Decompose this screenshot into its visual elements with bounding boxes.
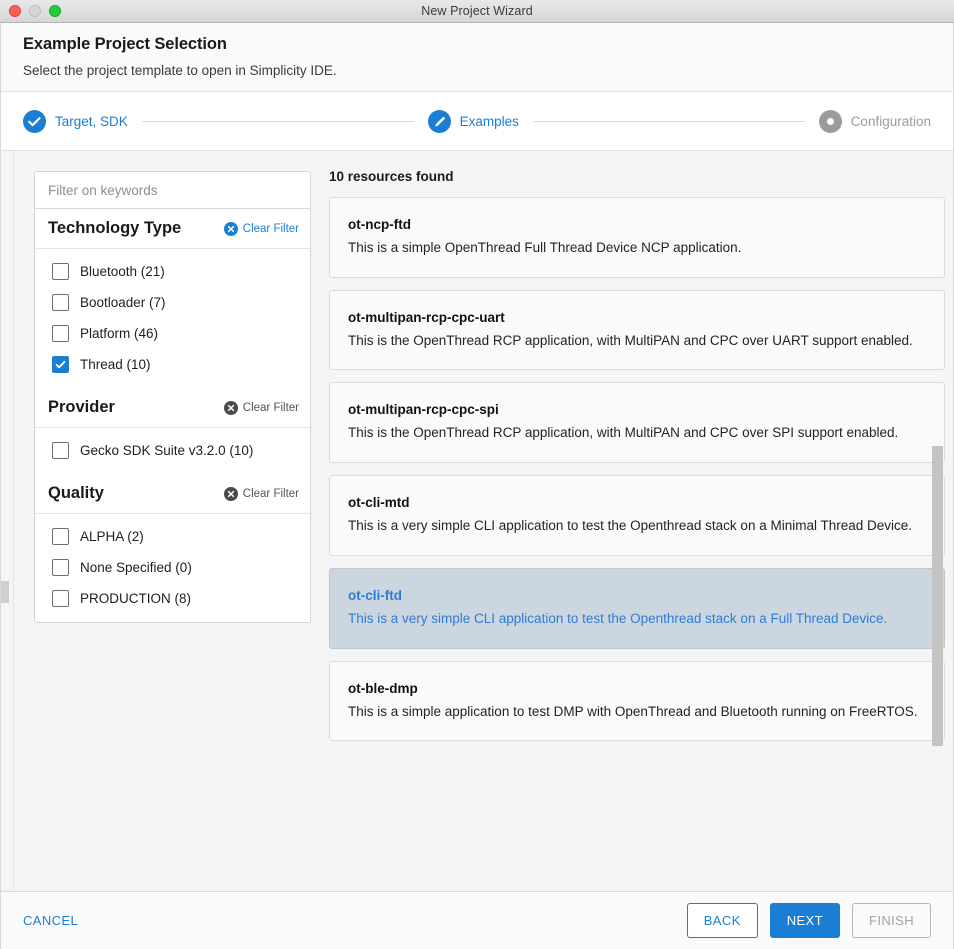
checkbox-icon[interactable]	[52, 528, 69, 545]
step-target-sdk[interactable]: Target, SDK	[23, 110, 128, 133]
clear-filter-icon	[224, 222, 238, 236]
result-card-title: ot-cli-ftd	[348, 588, 926, 603]
new-project-wizard-window: New Project Wizard Example Project Selec…	[0, 0, 954, 949]
page-subtitle: Select the project template to open in S…	[23, 63, 953, 78]
stepper-connector-1	[142, 121, 414, 122]
wizard-header: Example Project Selection Select the pro…	[0, 23, 954, 92]
finish-button: FINISH	[852, 903, 931, 938]
filter-panel: Technology Type Clear Filter Bluetooth (…	[34, 171, 311, 623]
stepper-connector-2	[533, 121, 805, 122]
filter-checkbox-row[interactable]: PRODUCTION (8)	[35, 583, 310, 614]
results-count-label: 10 resources found	[321, 169, 953, 184]
minimize-button-icon[interactable]	[29, 5, 41, 17]
step-examples[interactable]: Examples	[428, 110, 519, 133]
next-button[interactable]: NEXT	[770, 903, 840, 938]
filter-checkbox-row[interactable]: Thread (10)	[35, 349, 310, 380]
filter-checkbox-label: Thread (10)	[80, 357, 151, 372]
filter-checkbox-row[interactable]: Gecko SDK Suite v3.2.0 (10)	[35, 435, 310, 466]
filter-checkbox-row[interactable]: Platform (46)	[35, 318, 310, 349]
wizard-body: Technology Type Clear Filter Bluetooth (…	[0, 151, 954, 891]
result-card-title: ot-ncp-ftd	[348, 217, 926, 232]
filter-checkbox-label: ALPHA (2)	[80, 529, 144, 544]
result-card-title: ot-multipan-rcp-cpc-uart	[348, 310, 926, 325]
left-splitter-rail[interactable]	[1, 151, 14, 891]
filter-group-header-quality: Quality Clear Filter	[35, 474, 310, 514]
filter-checkbox-label: Gecko SDK Suite v3.2.0 (10)	[80, 443, 253, 458]
step-label-examples: Examples	[460, 114, 519, 129]
result-card-description: This is a very simple CLI application to…	[348, 516, 926, 536]
window-traffic-lights	[9, 0, 61, 22]
checkbox-checked-icon[interactable]	[52, 356, 69, 373]
clear-filter-provider[interactable]: Clear Filter	[224, 401, 299, 415]
clear-filter-label: Clear Filter	[243, 223, 299, 235]
results-scrollbar-thumb[interactable]	[932, 446, 943, 746]
clear-filter-icon	[224, 487, 238, 501]
step-label-configuration: Configuration	[851, 114, 931, 129]
wizard-stepper: Target, SDK Examples Configuration	[0, 92, 954, 151]
result-card-title: ot-multipan-rcp-cpc-spi	[348, 402, 926, 417]
filter-checkbox-label: Platform (46)	[80, 326, 158, 341]
dot-icon	[819, 110, 842, 133]
page-title: Example Project Selection	[23, 35, 953, 54]
filter-group-title-technology-type: Technology Type	[48, 219, 181, 238]
result-card-title: ot-ble-dmp	[348, 681, 926, 696]
result-card-description: This is the OpenThread RCP application, …	[348, 331, 926, 351]
search-input[interactable]	[35, 172, 310, 209]
filter-checkbox-row[interactable]: None Specified (0)	[35, 552, 310, 583]
filter-items-technology-type: Bluetooth (21) Bootloader (7) Platform (…	[35, 249, 310, 388]
clear-filter-label: Clear Filter	[243, 488, 299, 500]
close-button-icon[interactable]	[9, 5, 21, 17]
pencil-icon	[428, 110, 451, 133]
filter-checkbox-label: PRODUCTION (8)	[80, 591, 191, 606]
window-title: New Project Wizard	[0, 4, 954, 18]
splitter-grip-icon[interactable]	[1, 581, 9, 603]
result-card-description: This is the OpenThread RCP application, …	[348, 423, 926, 443]
filter-group-header-technology-type: Technology Type Clear Filter	[35, 209, 310, 249]
step-label-target-sdk: Target, SDK	[55, 114, 128, 129]
wizard-footer: CANCEL BACK NEXT FINISH	[0, 891, 954, 949]
filter-checkbox-label: None Specified (0)	[80, 560, 192, 575]
filter-items-quality: ALPHA (2) None Specified (0) PRODUCTION …	[35, 514, 310, 622]
result-card[interactable]: ot-cli-mtd This is a very simple CLI app…	[329, 475, 945, 556]
window-titlebar: New Project Wizard	[0, 0, 954, 23]
check-icon	[23, 110, 46, 133]
clear-filter-icon	[224, 401, 238, 415]
results-list: ot-ncp-ftd This is a simple OpenThread F…	[321, 197, 953, 891]
checkbox-icon[interactable]	[52, 263, 69, 280]
result-card[interactable]: ot-multipan-rcp-cpc-uart This is the Ope…	[329, 290, 945, 371]
filter-checkbox-label: Bootloader (7)	[80, 295, 166, 310]
result-card-description: This is a simple application to test DMP…	[348, 702, 926, 722]
checkbox-icon[interactable]	[52, 559, 69, 576]
result-card-description: This is a very simple CLI application to…	[348, 609, 926, 629]
checkbox-icon[interactable]	[52, 294, 69, 311]
filter-column: Technology Type Clear Filter Bluetooth (…	[14, 151, 321, 891]
clear-filter-quality[interactable]: Clear Filter	[224, 487, 299, 501]
result-card-title: ot-cli-mtd	[348, 495, 926, 510]
back-button[interactable]: BACK	[687, 903, 758, 938]
clear-filter-label: Clear Filter	[243, 402, 299, 414]
result-card[interactable]: ot-ble-dmp This is a simple application …	[329, 661, 945, 742]
step-configuration[interactable]: Configuration	[819, 110, 931, 133]
filter-checkbox-row[interactable]: ALPHA (2)	[35, 521, 310, 552]
filter-group-title-provider: Provider	[48, 398, 115, 417]
maximize-button-icon[interactable]	[49, 5, 61, 17]
checkbox-icon[interactable]	[52, 590, 69, 607]
filter-group-title-quality: Quality	[48, 484, 104, 503]
result-card[interactable]: ot-multipan-rcp-cpc-spi This is the Open…	[329, 382, 945, 463]
filter-checkbox-label: Bluetooth (21)	[80, 264, 165, 279]
filter-checkbox-row[interactable]: Bootloader (7)	[35, 287, 310, 318]
filter-group-header-provider: Provider Clear Filter	[35, 388, 310, 428]
result-card-selected[interactable]: ot-cli-ftd This is a very simple CLI app…	[329, 568, 945, 649]
result-card[interactable]: ot-ncp-ftd This is a simple OpenThread F…	[329, 197, 945, 278]
result-card-description: This is a simple OpenThread Full Thread …	[348, 238, 926, 258]
cancel-button[interactable]: CANCEL	[23, 913, 78, 928]
results-column: 10 resources found ot-ncp-ftd This is a …	[321, 151, 953, 891]
results-scrollbar[interactable]	[932, 151, 943, 891]
checkbox-icon[interactable]	[52, 325, 69, 342]
filter-items-provider: Gecko SDK Suite v3.2.0 (10)	[35, 428, 310, 474]
checkbox-icon[interactable]	[52, 442, 69, 459]
filter-checkbox-row[interactable]: Bluetooth (21)	[35, 256, 310, 287]
clear-filter-technology-type[interactable]: Clear Filter	[224, 222, 299, 236]
